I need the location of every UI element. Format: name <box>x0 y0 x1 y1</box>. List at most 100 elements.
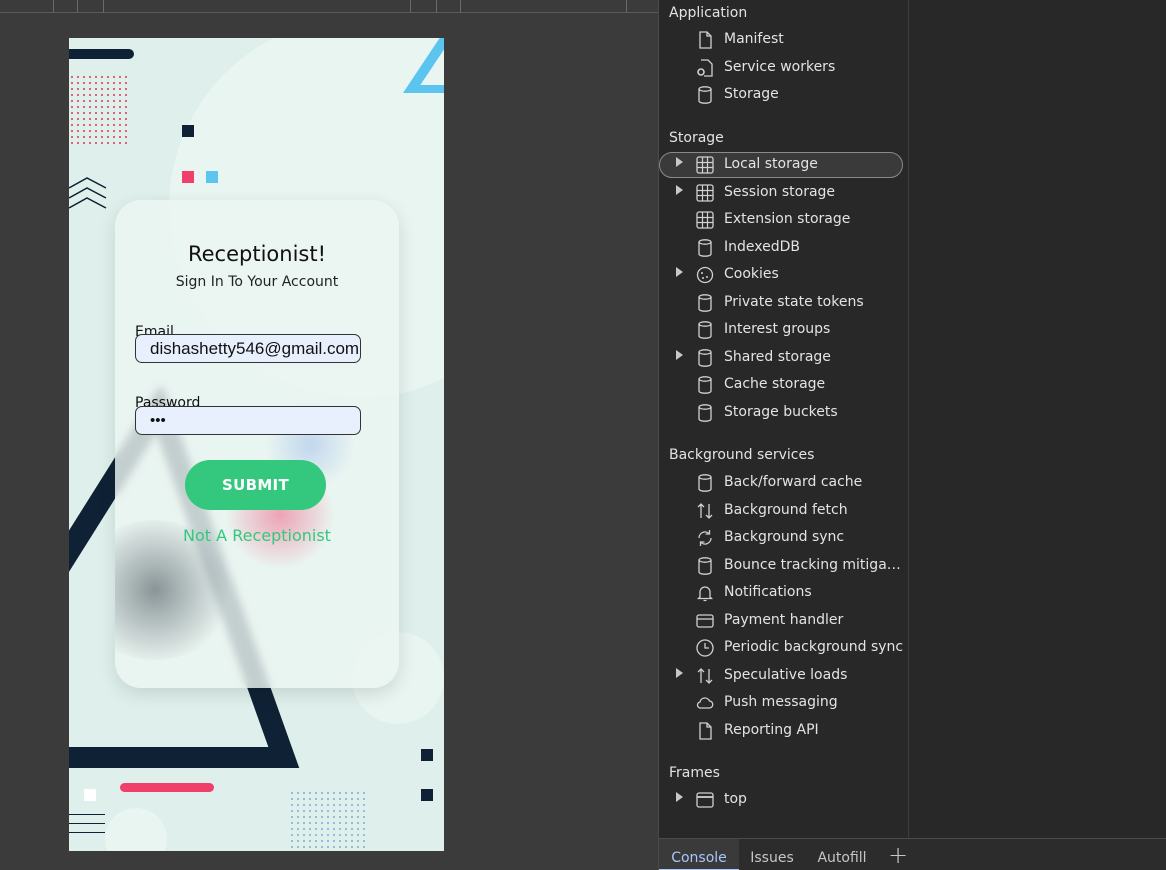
sidebar-item-label: IndexedDB <box>724 238 800 255</box>
sidebar-item-label: Interest groups <box>724 321 831 337</box>
sidebar-item-label: Cookies <box>724 266 779 282</box>
sidebar-item-indexeddb[interactable]: IndexedDB <box>659 235 908 261</box>
application-sidebar: Application Manifest Service workers Stora… <box>659 0 909 838</box>
sidebar-item-interest-groups[interactable]: Interest groups <box>659 317 908 343</box>
bell-icon <box>696 586 714 602</box>
database-icon <box>698 348 712 367</box>
sidebar-item-manifest[interactable]: Manifest <box>659 27 908 53</box>
add-tab-icon[interactable]: + <box>888 841 908 869</box>
drawer-tabbar: Console Issues Autofill + <box>659 838 1166 870</box>
sidebar-item-background-fetch[interactable]: Background fetch <box>659 498 908 524</box>
tab-issues[interactable]: Issues <box>739 839 805 870</box>
sidebar-item-label: Push messaging <box>724 694 838 710</box>
login-card: Receptionist! Sign In To Your Account Em… <box>115 200 399 688</box>
grid-icon <box>696 211 714 229</box>
sidebar-item-background-sync[interactable]: Background sync <box>659 525 908 551</box>
sidebar-item-top[interactable]: top <box>659 787 908 813</box>
file-icon <box>699 31 712 49</box>
database-icon <box>698 403 712 422</box>
sidebar-item-label: Speculative loads <box>724 666 848 683</box>
sidebar-item-label: Cache storage <box>724 376 826 392</box>
grid-icon <box>696 156 714 174</box>
window-icon <box>696 792 714 808</box>
sidebar-item-label: Bounce tracking mitigati... <box>724 556 904 573</box>
sidebar-item-cookies[interactable]: Cookies <box>659 262 908 288</box>
expand-arrow-icon[interactable] <box>676 667 683 678</box>
decor-square-navy <box>421 789 433 801</box>
up-down-arrows-icon <box>697 667 713 684</box>
sidebar-item-private-state-tokens[interactable]: Private state tokens <box>659 290 908 316</box>
sync-icon <box>698 530 712 546</box>
sidebar-item-bounce-tracking-mitigati[interactable]: Bounce tracking mitigati... <box>659 553 908 579</box>
grid-icon <box>696 183 714 202</box>
sidebar-item-extension-storage[interactable]: Extension storage <box>659 207 908 233</box>
sidebar-item-label: Manifest <box>724 31 784 47</box>
expand-arrow-icon[interactable] <box>676 267 683 277</box>
sidebar-item-service-workers[interactable]: Service workers <box>659 55 908 81</box>
clock-icon <box>696 639 714 657</box>
expand-arrow-icon[interactable] <box>676 349 683 360</box>
decor-square-sky <box>206 171 218 183</box>
database-icon <box>698 556 712 575</box>
decor-square-white <box>84 789 96 801</box>
section-storage: Storage <box>669 130 724 146</box>
submit-button[interactable]: SUBMIT <box>185 460 326 510</box>
database-icon <box>698 238 712 257</box>
password-field[interactable]: ••• <box>135 406 361 435</box>
sidebar-item-push-messaging[interactable]: Push messaging <box>659 690 908 716</box>
sidebar-item-label: Background sync <box>724 529 845 545</box>
sidebar-item-notifications[interactable]: Notifications <box>659 580 908 606</box>
sidebar-item-local-storage[interactable]: Local storage <box>659 152 908 178</box>
mobile-preview: Receptionist! Sign In To Your Account Em… <box>69 38 444 851</box>
decor-dots-red <box>69 74 129 148</box>
sidebar-item-storage[interactable]: Storage <box>659 82 908 108</box>
database-icon <box>698 293 712 312</box>
section-application: Application <box>669 5 748 21</box>
sidebar-item-label: Back/forward cache <box>724 474 863 490</box>
sidebar-item-label: Storage buckets <box>724 403 838 420</box>
sidebar-item-back-forward-cache[interactable]: Back/forward cache <box>659 470 908 496</box>
sidebar-item-periodic-background-sync[interactable]: Periodic background sync <box>659 635 908 661</box>
email-field[interactable]: dishashetty546@gmail.com <box>135 334 361 363</box>
decor-bar-navy <box>69 49 134 59</box>
expand-arrow-icon[interactable] <box>676 184 683 195</box>
sidebar-item-payment-handler[interactable]: Payment handler <box>659 608 908 634</box>
not-receptionist-link[interactable]: Not A Receptionist <box>115 526 399 545</box>
decor-dots-blue <box>289 790 365 850</box>
section-frames: Frames <box>669 765 720 781</box>
sidebar-item-label: Local storage <box>724 156 818 172</box>
file-icon <box>699 721 712 740</box>
tab-console[interactable]: Console <box>659 839 739 870</box>
database-icon <box>698 376 712 394</box>
decor-square-pink <box>182 171 194 183</box>
sidebar-item-label: Payment handler <box>724 611 844 628</box>
sidebar-item-label: Session storage <box>724 183 836 200</box>
card-title: Receptionist! <box>187 242 327 266</box>
sidebar-item-label: Periodic background sync <box>724 639 904 655</box>
sidebar-item-speculative-loads[interactable]: Speculative loads <box>659 663 908 689</box>
decor-bar-pink <box>120 783 214 792</box>
decor-square-navy <box>421 749 433 761</box>
expand-arrow-icon[interactable] <box>676 792 683 802</box>
sidebar-item-storage-buckets[interactable]: Storage buckets <box>659 400 908 426</box>
database-icon <box>698 321 712 339</box>
up-down-arrows-icon <box>697 502 713 519</box>
section-background-services: Background services <box>669 447 815 463</box>
sidebar-item-shared-storage[interactable]: Shared storage <box>659 345 908 371</box>
expand-arrow-icon[interactable] <box>676 157 683 167</box>
sidebar-item-session-storage[interactable]: Session storage <box>659 180 908 206</box>
sidebar-item-cache-storage[interactable]: Cache storage <box>659 372 908 398</box>
sidebar-item-label: Service workers <box>724 58 836 75</box>
sidebar-item-label: Private state tokens <box>724 293 864 310</box>
decor-circle <box>105 808 167 851</box>
decor-square-navy <box>182 125 194 137</box>
gear-file-icon <box>697 58 713 77</box>
card-icon <box>696 613 714 628</box>
sidebar-item-label: Background fetch <box>724 501 848 518</box>
cookie-icon <box>696 266 714 284</box>
tab-autofill[interactable]: Autofill <box>805 839 879 870</box>
sidebar-item-label: Shared storage <box>724 348 831 365</box>
sidebar-item-reporting-api[interactable]: Reporting API <box>659 718 908 744</box>
viewport-ruler <box>0 0 658 13</box>
sidebar-item-label: Extension storage <box>724 211 851 227</box>
